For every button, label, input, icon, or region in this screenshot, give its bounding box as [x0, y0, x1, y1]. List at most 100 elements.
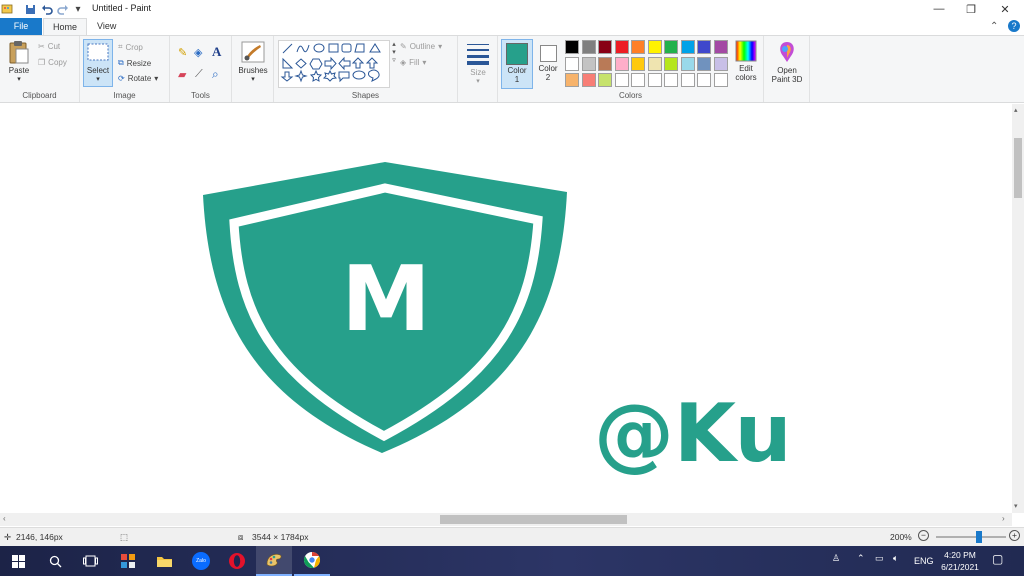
scroll-left-icon[interactable]: ‹	[3, 514, 6, 523]
palette-swatch[interactable]	[713, 56, 728, 71]
color-picker-icon[interactable]: ⟋	[195, 68, 203, 81]
palette-swatch[interactable]	[631, 73, 645, 87]
close-button[interactable]: ✕	[988, 0, 1022, 18]
taskbar-zalo[interactable]: Zalo	[183, 546, 219, 576]
tab-view[interactable]: View	[88, 18, 125, 35]
start-button[interactable]	[0, 546, 36, 576]
vertical-scrollbar[interactable]: ▴ ▾	[1012, 104, 1024, 513]
palette-swatch[interactable]	[664, 73, 678, 87]
pencil-icon[interactable]: ✎	[178, 46, 187, 59]
fill-button[interactable]: ◈ Fill ▾	[400, 58, 426, 67]
size-button[interactable]: Size ▾	[462, 40, 494, 85]
palette-swatch[interactable]	[565, 56, 579, 71]
color2-label: Color	[538, 64, 558, 73]
collapse-ribbon-icon[interactable]: ⌃	[990, 21, 998, 32]
brushes-button[interactable]: Brushes ▾	[236, 40, 270, 83]
vertical-scroll-thumb[interactable]	[1014, 138, 1022, 198]
people-icon[interactable]: ♙	[832, 553, 840, 564]
task-view-button[interactable]	[72, 546, 108, 576]
volume-icon[interactable]: 🔈︎	[893, 553, 898, 564]
palette-swatch[interactable]	[581, 40, 596, 54]
horizontal-scrollbar[interactable]: ‹ ›	[0, 513, 1012, 526]
palette-swatch[interactable]	[713, 40, 728, 54]
palette-swatch[interactable]	[647, 56, 662, 71]
palette-swatch[interactable]	[631, 40, 645, 54]
color2-button[interactable]: Color 2	[534, 39, 562, 89]
fill-label: Fill	[409, 58, 420, 67]
copy-button[interactable]: ❐ Copy	[38, 58, 67, 67]
drawing-canvas[interactable]: M @Ku	[0, 104, 1012, 513]
tab-home[interactable]: Home	[43, 18, 88, 35]
horizontal-scroll-thumb[interactable]	[440, 515, 627, 524]
magnifier-icon[interactable]: ⌕	[212, 67, 219, 82]
search-button[interactable]	[37, 546, 73, 576]
palette-swatch[interactable]	[680, 56, 695, 71]
palette-swatch[interactable]	[598, 56, 612, 71]
palette-swatch[interactable]	[697, 56, 711, 71]
palette-swatch[interactable]	[697, 40, 711, 54]
language-indicator[interactable]: ENG	[914, 556, 934, 566]
rotate-button[interactable]: ⟳ Rotate ▾	[118, 74, 158, 83]
brush-icon	[241, 41, 265, 63]
clock[interactable]: 4:20 PM 6/21/2021	[938, 549, 982, 573]
minimize-button[interactable]: —	[922, 0, 956, 18]
scroll-down-icon[interactable]: ▾	[1014, 502, 1018, 510]
zoom-out-button[interactable]: −	[918, 530, 929, 541]
palette-swatch[interactable]	[614, 73, 629, 87]
taskbar-paint[interactable]	[256, 546, 292, 576]
palette-swatch[interactable]	[614, 56, 629, 71]
zoom-in-button[interactable]: +	[1009, 530, 1020, 541]
zoom-slider[interactable]	[936, 531, 1006, 543]
redo-icon[interactable]	[56, 2, 70, 16]
paste-button[interactable]: Paste ▾	[4, 40, 34, 83]
palette-swatch[interactable]	[631, 56, 645, 71]
taskbar-app-store[interactable]	[110, 546, 146, 576]
palette-swatch[interactable]	[647, 40, 662, 54]
edit-colors-button[interactable]: Edit colors	[730, 40, 762, 82]
palette-swatch[interactable]	[598, 40, 612, 54]
taskbar-chrome[interactable]	[294, 546, 330, 576]
fill-bucket-icon[interactable]: ◈	[194, 46, 202, 59]
eraser-icon[interactable]: ▰	[178, 68, 186, 81]
taskbar-opera[interactable]	[219, 546, 255, 576]
show-hidden-icons-icon[interactable]: ⌃	[857, 553, 865, 564]
save-icon[interactable]	[23, 2, 37, 16]
palette-swatch[interactable]	[614, 40, 629, 54]
select-button[interactable]: Select ▾	[83, 39, 113, 87]
cut-button[interactable]: ✂ Cut	[38, 42, 60, 51]
palette-swatch[interactable]	[581, 73, 596, 87]
palette-swatch[interactable]	[697, 73, 711, 87]
resize-icon: ⧉	[118, 58, 124, 67]
scroll-right-icon[interactable]: ›	[1002, 514, 1005, 523]
palette-swatch[interactable]	[565, 40, 579, 54]
maximize-button[interactable]: ❐	[954, 0, 988, 18]
crop-button[interactable]: ⌗ Crop	[118, 42, 143, 52]
palette-swatch[interactable]	[647, 73, 662, 87]
customize-toolbar-icon[interactable]: ▾	[71, 2, 85, 16]
palette-swatch[interactable]	[664, 40, 678, 54]
zoom-slider-thumb[interactable]	[975, 531, 982, 543]
text-tool-icon[interactable]: A	[212, 44, 221, 60]
palette-swatch[interactable]	[598, 73, 612, 87]
battery-icon[interactable]: ▭	[875, 553, 884, 564]
resize-button[interactable]: ⧉ Resize	[118, 58, 151, 68]
tab-file[interactable]: File	[0, 18, 42, 35]
color2-swatch	[539, 45, 557, 62]
palette-swatch[interactable]	[664, 56, 678, 71]
select-rect-icon	[87, 43, 109, 61]
outline-button[interactable]: ✎ Outline ▾	[400, 42, 442, 51]
palette-swatch[interactable]	[713, 73, 728, 87]
help-icon[interactable]: ?	[1008, 20, 1020, 32]
palette-swatch[interactable]	[581, 56, 596, 71]
taskbar-file-explorer[interactable]	[146, 546, 182, 576]
palette-swatch[interactable]	[680, 40, 695, 54]
notifications-icon[interactable]: ▢	[992, 552, 1003, 566]
color1-button[interactable]: Color 1	[501, 39, 533, 89]
palette-swatch[interactable]	[680, 73, 695, 87]
palette-swatch[interactable]	[565, 73, 579, 87]
open-paint3d-button[interactable]: Open Paint 3D	[768, 40, 806, 84]
shapes-gallery[interactable]	[278, 40, 390, 88]
scroll-up-icon[interactable]: ▴	[1014, 106, 1018, 114]
shapes-scroll[interactable]: ▴ ▾ ▿	[390, 40, 398, 88]
undo-icon[interactable]	[40, 2, 54, 16]
